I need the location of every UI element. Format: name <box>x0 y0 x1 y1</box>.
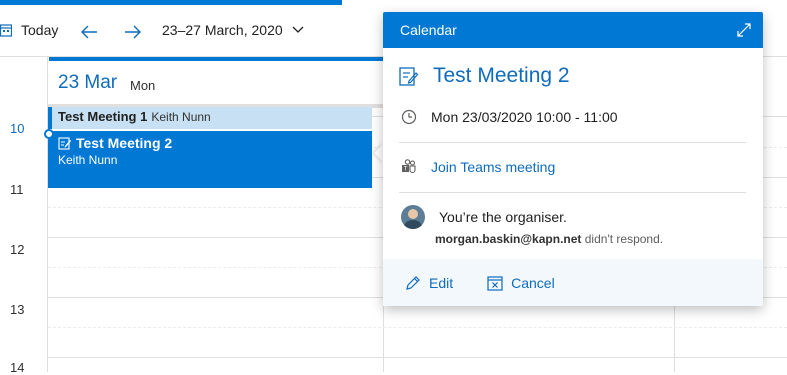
popup-header-label: Calendar <box>400 22 457 38</box>
hour-line <box>48 357 787 358</box>
current-time-indicator <box>44 129 54 139</box>
popup-event-title: Test Meeting 2 <box>433 64 570 87</box>
chevron-down-icon <box>292 26 304 33</box>
popup-datetime-row: Mon 23/03/2020 10:00 - 11:00 <box>401 109 618 125</box>
edit-label: Edit <box>429 274 454 291</box>
attendee-status: didn't respond. <box>584 232 664 246</box>
hour-label: 12 <box>10 242 25 257</box>
hour-label: 11 <box>10 182 24 197</box>
popup-teams-row: T Join Teams meeting <box>401 159 555 175</box>
pencil-icon <box>406 275 420 290</box>
arrow-right-icon <box>125 25 141 39</box>
day-weekday: Mon <box>130 78 156 93</box>
day-date: 23 Mar <box>58 72 118 93</box>
clock-icon <box>401 109 417 125</box>
hour-label: 10 <box>10 121 25 136</box>
top-accent-strip <box>0 0 342 5</box>
edit-note-icon <box>399 67 419 86</box>
popup-organiser-row: You’re the organiser. <box>401 205 567 229</box>
hour-label: 14 <box>10 360 25 375</box>
next-week-button[interactable] <box>124 24 142 40</box>
popup-datetime: Mon 23/03/2020 10:00 - 11:00 <box>431 109 618 125</box>
popup-divider <box>399 192 746 193</box>
today-button[interactable]: Today <box>0 22 58 38</box>
calendar-today-icon <box>0 24 12 37</box>
attendee-response: morgan.baskin@kapn.net didn't respond. <box>435 232 663 246</box>
calendar-cancel-icon <box>487 275 503 291</box>
today-label: Today <box>21 22 59 38</box>
selected-day-bar <box>49 57 383 61</box>
arrow-left-icon <box>81 25 97 39</box>
previous-week-button[interactable] <box>80 24 98 40</box>
join-teams-link[interactable]: Join Teams meeting <box>431 159 555 175</box>
edit-button[interactable]: Edit <box>405 275 453 291</box>
popup-divider <box>399 142 746 143</box>
event-details-popup: Calendar Test Meeting 2 Mon 23/03/2020 1… <box>383 12 763 306</box>
hour-label: 13 <box>10 302 25 317</box>
event-test-meeting-1[interactable]: Test Meeting 1 Keith Nunn <box>48 107 372 129</box>
expand-icon[interactable] <box>737 23 751 37</box>
current-time-line <box>54 133 372 134</box>
event-title: Test Meeting 2 <box>76 135 173 151</box>
popup-title-row: Test Meeting 2 <box>399 64 570 88</box>
event-title: Test Meeting 1 <box>58 109 148 124</box>
cancel-label: Cancel <box>511 274 555 291</box>
date-range-picker[interactable]: 23–27 March, 2020 <box>162 22 304 38</box>
attendee-email: morgan.baskin@kapn.net <box>435 232 582 246</box>
svg-text:T: T <box>404 167 408 173</box>
date-range-label: 23–27 March, 2020 <box>162 22 283 38</box>
event-organizer: Keith Nunn <box>58 153 118 167</box>
popup-footer: Edit Cancel <box>383 259 763 306</box>
event-organizer: Keith Nunn <box>151 110 211 124</box>
cancel-button[interactable]: Cancel <box>487 275 555 291</box>
popup-header: Calendar <box>383 12 763 48</box>
organiser-text: You’re the organiser. <box>439 209 567 225</box>
edit-note-icon <box>58 137 71 150</box>
teams-icon: T <box>402 159 416 174</box>
half-hour-line <box>48 327 787 328</box>
event-test-meeting-2[interactable]: Test Meeting 2 Keith Nunn <box>48 131 372 188</box>
avatar <box>401 205 425 229</box>
